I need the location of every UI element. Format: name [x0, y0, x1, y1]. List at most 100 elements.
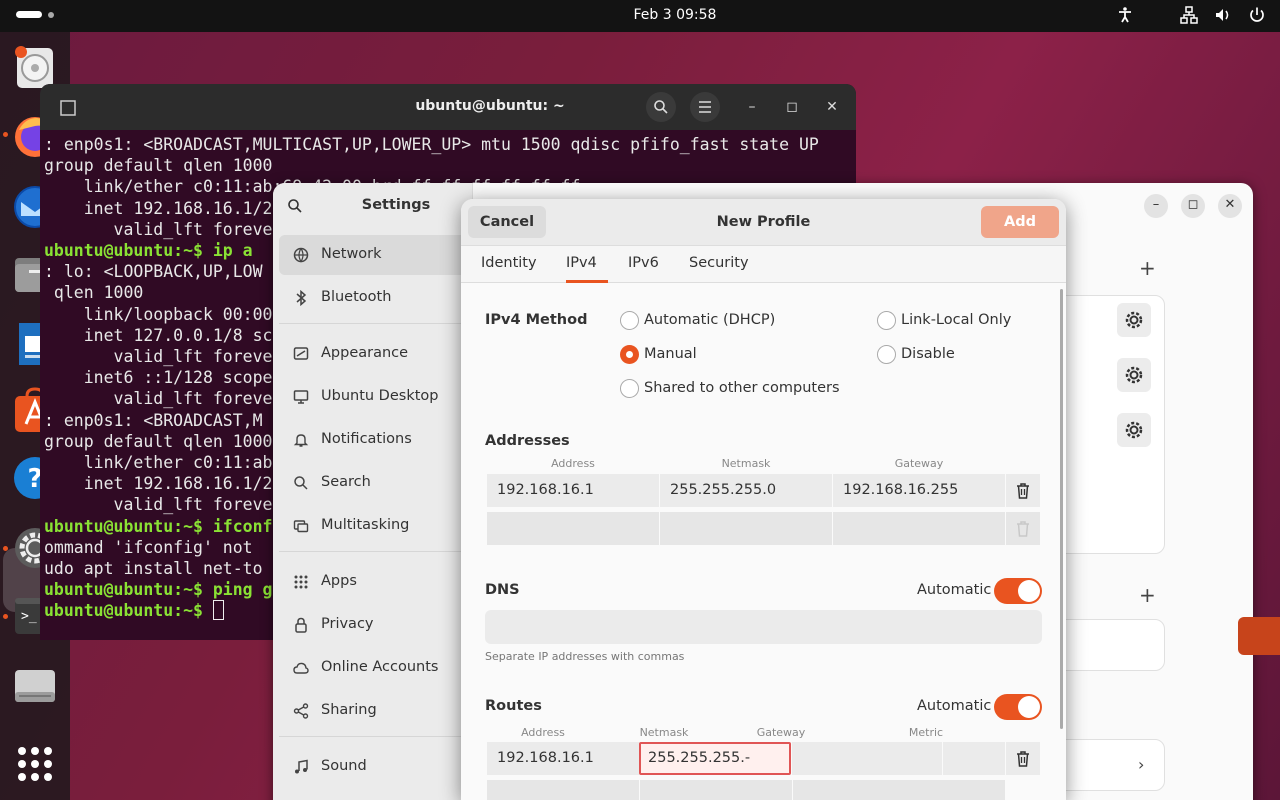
- method-manual-label[interactable]: Manual: [644, 346, 697, 362]
- settings-minimize-button[interactable]: –: [1144, 194, 1168, 218]
- address-field[interactable]: [487, 512, 659, 545]
- add-connection-icon[interactable]: +: [1139, 256, 1156, 280]
- sidebar-item-label: Ubuntu Desktop: [321, 388, 439, 404]
- dns-automatic-switch[interactable]: [994, 578, 1042, 604]
- sidebar-item-label: Bluetooth: [321, 289, 392, 305]
- settings-close-button[interactable]: ✕: [1218, 194, 1242, 218]
- volume-icon[interactable]: [1214, 6, 1232, 24]
- power-icon[interactable]: [1248, 6, 1266, 24]
- tab-ipv6[interactable]: IPv6: [628, 255, 659, 271]
- route-metric-field[interactable]: [943, 742, 1005, 775]
- system-tray[interactable]: [1116, 6, 1266, 24]
- running-indicator: [3, 614, 8, 619]
- terminal-titlebar[interactable]: ubuntu@ubuntu: ~ – ◻ ✕: [40, 84, 856, 130]
- column-header: Address: [521, 726, 565, 739]
- routes-label: Routes: [485, 698, 542, 714]
- gateway-field[interactable]: 192.168.16.255: [833, 474, 1005, 507]
- addresses-label: Addresses: [485, 433, 570, 449]
- trash-icon: [1017, 483, 1029, 499]
- route-address-field[interactable]: 192.168.16.1: [487, 742, 639, 775]
- column-header: Gateway: [894, 457, 944, 470]
- network-icon: [293, 247, 309, 263]
- gear-icon[interactable]: [1117, 358, 1151, 392]
- method-disable-label[interactable]: Disable: [901, 346, 955, 362]
- add-vpn-icon[interactable]: +: [1139, 583, 1156, 607]
- trash-icon: [1017, 521, 1029, 537]
- route-netmask-field[interactable]: 255.255.255.-: [639, 742, 791, 775]
- sidebar-item-label: Privacy: [321, 616, 374, 632]
- gateway-field[interactable]: [833, 512, 1005, 545]
- delete-address-button: [1006, 512, 1040, 545]
- chevron-right-icon: ›: [1138, 755, 1145, 774]
- routes-automatic-label: Automatic: [917, 698, 992, 714]
- clock[interactable]: Feb 3 09:58: [0, 7, 1280, 23]
- netmask-field[interactable]: [660, 512, 832, 545]
- tab-identity[interactable]: Identity: [481, 255, 537, 271]
- dns-input[interactable]: [485, 610, 1042, 644]
- delete-address-button[interactable]: [1006, 474, 1040, 507]
- sidebar-item-label: Notifications: [321, 431, 412, 447]
- bell-icon: [293, 434, 309, 447]
- gear-icon[interactable]: [1117, 303, 1151, 337]
- music-icon: [295, 759, 308, 774]
- column-header: Netmask: [721, 457, 771, 470]
- dns-hint: Separate IP addresses with commas: [485, 650, 685, 663]
- dialog-title: New Profile: [716, 214, 811, 230]
- method-shared-label[interactable]: Shared to other computers: [644, 380, 840, 396]
- show-apps-icon[interactable]: [11, 740, 59, 788]
- dns-label: DNS: [485, 582, 520, 598]
- method-disable-radio[interactable]: [877, 345, 896, 364]
- terminal-menu-button[interactable]: [690, 92, 720, 122]
- network-icon[interactable]: [1180, 6, 1198, 24]
- route-netmask-field[interactable]: [640, 780, 792, 800]
- column-header: Netmask: [639, 726, 689, 739]
- method-auto-radio[interactable]: [620, 311, 639, 330]
- tab-security[interactable]: Security: [689, 255, 749, 271]
- gear-icon[interactable]: [1117, 413, 1151, 447]
- ipv4-method-label: IPv4 Method: [485, 312, 588, 328]
- terminal-cursor: [212, 600, 224, 621]
- terminal-maximize-button[interactable]: ◻: [777, 92, 807, 122]
- address-field[interactable]: 192.168.16.1: [487, 474, 659, 507]
- terminal-close-button[interactable]: ✕: [817, 92, 847, 122]
- sidebar-header: Settings: [273, 183, 472, 229]
- method-shared-radio[interactable]: [620, 379, 639, 398]
- delete-route-button[interactable]: [1006, 742, 1040, 775]
- netmask-field[interactable]: 255.255.255.0: [660, 474, 832, 507]
- terminal-minimize-button[interactable]: –: [737, 92, 767, 122]
- method-manual-radio[interactable]: [620, 345, 639, 364]
- add-button[interactable]: Add: [981, 206, 1059, 238]
- multitasking-icon: [293, 520, 309, 533]
- appearance-icon: [293, 347, 309, 360]
- tab-ipv4[interactable]: IPv4: [566, 255, 597, 271]
- background-button[interactable]: [1238, 617, 1280, 655]
- route-address-field[interactable]: [487, 780, 639, 800]
- method-link-local-radio[interactable]: [877, 311, 896, 330]
- ipv4-settings: IPv4 Method Automatic (DHCP) Link-Local …: [461, 283, 1066, 800]
- method-auto-label[interactable]: Automatic (DHCP): [644, 312, 775, 328]
- settings-maximize-button[interactable]: ◻: [1181, 194, 1205, 218]
- new-profile-dialog[interactable]: Cancel New Profile Add Identity IPv4 IPv…: [461, 199, 1066, 800]
- cloud-icon: [293, 662, 309, 674]
- route-gateway-field[interactable]: [792, 742, 942, 775]
- scrollbar[interactable]: [1060, 289, 1063, 729]
- profile-tabs: Identity IPv4 IPv6 Security: [461, 246, 1066, 283]
- method-link-local-label[interactable]: Link-Local Only: [901, 312, 1011, 328]
- column-header: Address: [551, 457, 595, 470]
- column-header: Metric: [908, 726, 944, 739]
- terminal-title: ubuntu@ubuntu: ~: [415, 98, 565, 114]
- settings-sidebar: Settings Network Bluetooth Appearance Ub…: [273, 183, 519, 800]
- route-gateway-field[interactable]: [793, 780, 1005, 800]
- trash-icon: [1017, 751, 1029, 767]
- drive-icon[interactable]: [11, 662, 59, 710]
- routes-automatic-switch[interactable]: [994, 694, 1042, 720]
- sidebar-item-label: Apps: [321, 573, 357, 589]
- column-header: Gateway: [756, 726, 806, 739]
- terminal-search-button[interactable]: [646, 92, 676, 122]
- bluetooth-icon: [296, 290, 307, 306]
- hamburger-icon: [699, 101, 711, 113]
- lock-icon: [295, 617, 307, 633]
- sidebar-item-label: Online Accounts: [321, 659, 439, 675]
- accessibility-icon[interactable]: [1116, 6, 1134, 24]
- sidebar-item-label: Search: [321, 474, 371, 490]
